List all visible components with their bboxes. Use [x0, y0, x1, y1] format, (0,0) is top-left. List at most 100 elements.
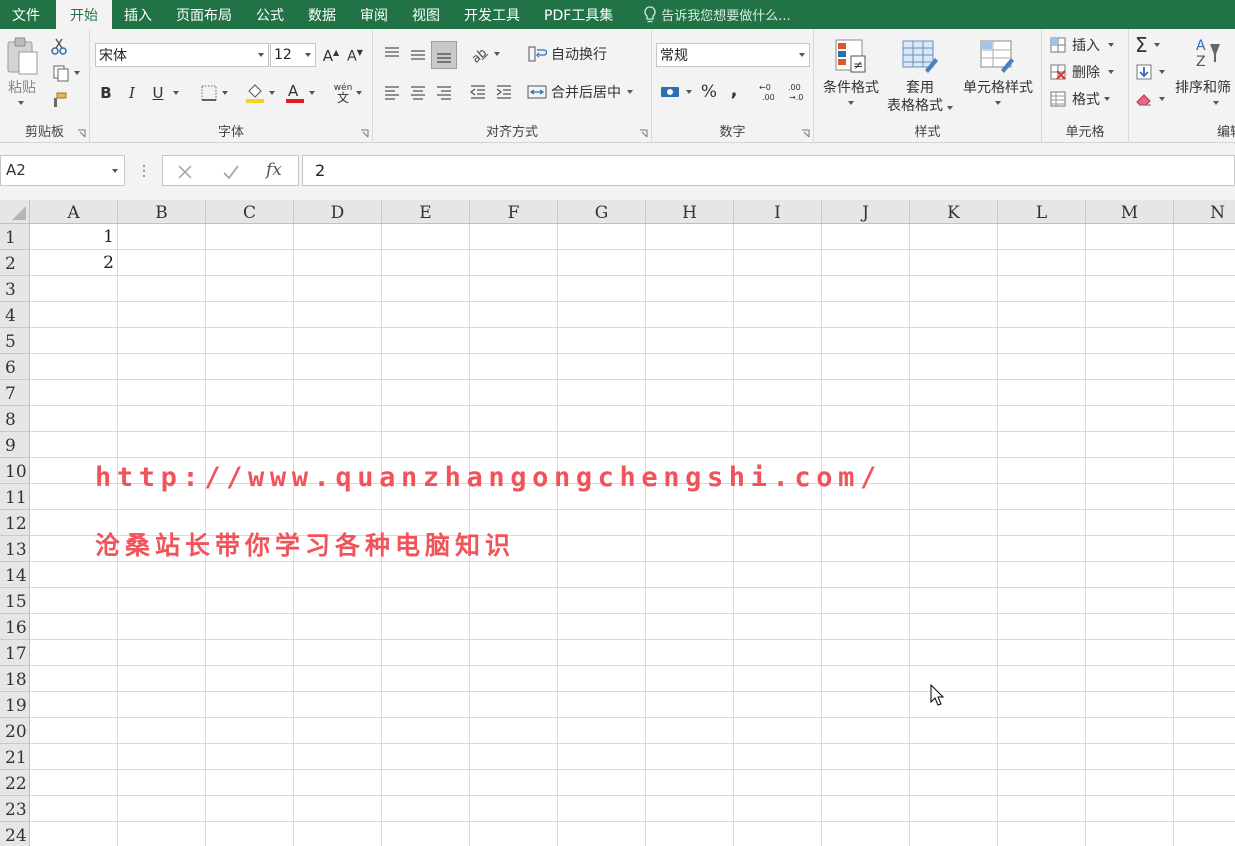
row-header-4[interactable]: 4 [0, 302, 30, 328]
row-header-9[interactable]: 9 [0, 432, 30, 458]
formula-input[interactable]: 2 [302, 155, 1235, 186]
increase-indent-button[interactable] [493, 79, 515, 105]
paste-dropdown[interactable] [14, 99, 28, 107]
format-as-table-line1[interactable]: 套用 [884, 77, 956, 97]
row-header-7[interactable]: 7 [0, 380, 30, 406]
column-header-m[interactable]: M [1086, 200, 1174, 224]
orientation-button[interactable]: ab [467, 41, 503, 67]
decrease-font-size-button[interactable]: A▼ [346, 45, 364, 67]
row-header-10[interactable]: 10 [0, 458, 30, 484]
row-header-11[interactable]: 11 [0, 484, 30, 510]
decrease-decimal-button[interactable]: .00 →.0 [784, 79, 810, 105]
number-launcher-icon[interactable] [801, 129, 810, 138]
column-header-d[interactable]: D [294, 200, 382, 224]
alignment-launcher-icon[interactable] [639, 129, 648, 138]
format-cells-button[interactable]: 格式 [1048, 88, 1126, 110]
tab-insert[interactable]: 插入 [112, 0, 164, 29]
column-header-a[interactable]: A [30, 200, 118, 224]
row-header-19[interactable]: 19 [0, 692, 30, 718]
wrap-text-button[interactable]: 自动换行 [527, 41, 617, 67]
conditional-format-label[interactable]: 条件格式 [816, 77, 886, 97]
bold-button[interactable]: B [96, 82, 116, 104]
insert-function-button[interactable]: fx [266, 160, 282, 180]
row-header-15[interactable]: 15 [0, 588, 30, 614]
row-header-3[interactable]: 3 [0, 276, 30, 302]
column-header-i[interactable]: I [734, 200, 822, 224]
increase-decimal-button[interactable]: ←0.00 [756, 79, 782, 105]
row-header-5[interactable]: 5 [0, 328, 30, 354]
paste-button[interactable] [4, 35, 40, 77]
select-all-corner[interactable] [0, 200, 30, 224]
row-header-8[interactable]: 8 [0, 406, 30, 432]
clear-button[interactable] [1135, 88, 1175, 110]
column-header-g[interactable]: G [558, 200, 646, 224]
cell-styles-dropdown[interactable] [991, 99, 1005, 107]
row-header-2[interactable]: 2 [0, 250, 30, 276]
row-header-16[interactable]: 16 [0, 614, 30, 640]
middle-align-button[interactable] [407, 41, 429, 67]
font-launcher-icon[interactable] [360, 129, 369, 138]
copy-button[interactable] [48, 62, 84, 84]
conditional-format-dropdown[interactable] [844, 99, 858, 107]
delete-cells-button[interactable]: 删除 [1048, 61, 1126, 83]
font-color-button[interactable]: A [282, 80, 318, 106]
tab-page-layout[interactable]: 页面布局 [164, 0, 244, 29]
cell-styles-label[interactable]: 单元格样式 [956, 77, 1040, 97]
decrease-indent-button[interactable] [467, 79, 489, 105]
italic-button[interactable]: I [122, 82, 142, 104]
clipboard-launcher-icon[interactable] [77, 129, 86, 138]
align-right-button[interactable] [433, 79, 455, 105]
row-header-20[interactable]: 20 [0, 718, 30, 744]
tab-view[interactable]: 视图 [400, 0, 452, 29]
column-header-j[interactable]: J [822, 200, 910, 224]
column-header-e[interactable]: E [382, 200, 470, 224]
column-header-h[interactable]: H [646, 200, 734, 224]
cell-a2[interactable]: 2 [30, 253, 114, 273]
tell-me-box[interactable]: 告诉我您想要做什么... [625, 0, 791, 29]
tab-formulas[interactable]: 公式 [244, 0, 296, 29]
autosum-button[interactable]: Σ [1135, 33, 1175, 57]
column-header-f[interactable]: F [470, 200, 558, 224]
row-header-21[interactable]: 21 [0, 744, 30, 770]
format-as-table-icon-wrap[interactable] [900, 37, 940, 75]
fill-button[interactable] [1135, 61, 1175, 83]
format-painter-button[interactable] [48, 89, 70, 111]
conditional-format-icon-wrap[interactable]: ≠ [832, 37, 868, 75]
worksheet-grid[interactable]: ABCDEFGHIJKLMN 1 2 3 4 5 6 7 8 9 10 11 12 13 14 15 16 17… [0, 200, 1235, 846]
underline-button[interactable]: U [148, 82, 168, 104]
column-header-b[interactable]: B [118, 200, 206, 224]
tab-home[interactable]: 开始 [56, 0, 112, 30]
row-header-18[interactable]: 18 [0, 666, 30, 692]
tab-file[interactable]: 文件 [0, 0, 56, 29]
font-name-select[interactable]: 宋体 [95, 43, 269, 67]
splitter-dots-icon[interactable] [141, 163, 147, 179]
bottom-align-button[interactable] [431, 41, 457, 69]
tab-pdf-tools[interactable]: PDF工具集 [532, 0, 625, 29]
row-header-23[interactable]: 23 [0, 796, 30, 822]
fill-color-button[interactable] [242, 80, 278, 106]
name-box[interactable]: A2 [0, 155, 125, 186]
cell-styles-icon-wrap[interactable] [978, 37, 1018, 75]
column-header-l[interactable]: L [998, 200, 1086, 224]
row-header-1[interactable]: 1 [0, 224, 30, 250]
row-header-17[interactable]: 17 [0, 640, 30, 666]
borders-button[interactable] [196, 82, 232, 104]
row-header-14[interactable]: 14 [0, 562, 30, 588]
tab-developer[interactable]: 开发工具 [452, 0, 532, 29]
row-header-24[interactable]: 24 [0, 822, 30, 846]
row-header-12[interactable]: 12 [0, 510, 30, 536]
number-format-select[interactable]: 常规 [656, 43, 810, 67]
column-header-n[interactable]: N [1174, 200, 1235, 224]
top-align-button[interactable] [381, 41, 403, 67]
cut-button[interactable] [48, 35, 70, 57]
increase-font-size-button[interactable]: A▲ [322, 45, 340, 67]
format-as-table-button[interactable]: 表格格式 [880, 95, 960, 115]
align-center-button[interactable] [407, 79, 429, 105]
tab-data[interactable]: 数据 [296, 0, 348, 29]
cancel-icon[interactable] [177, 164, 193, 180]
column-header-k[interactable]: K [910, 200, 998, 224]
merge-center-button[interactable]: 合并后居中 [527, 79, 645, 105]
comma-style-button[interactable]: , [724, 77, 744, 103]
insert-cells-button[interactable]: 插入 [1048, 34, 1126, 56]
row-header-22[interactable]: 22 [0, 770, 30, 796]
